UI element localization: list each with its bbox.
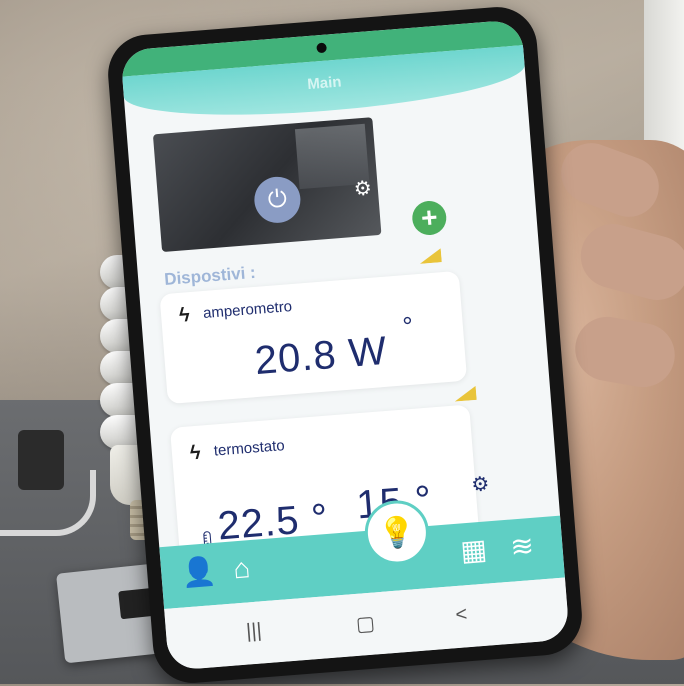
device-name: termostato bbox=[213, 437, 286, 460]
power-icon: ⏻ bbox=[266, 185, 288, 214]
recents-button[interactable]: ||| bbox=[245, 619, 262, 643]
device-name: amperometro bbox=[202, 298, 293, 323]
phone-screen: Main ⏻ ⚙ + Dispostivi : ϟ amperometro 20… bbox=[120, 19, 570, 671]
back-button[interactable]: < bbox=[455, 603, 468, 627]
wifi-icon[interactable]: ≋ bbox=[509, 530, 535, 563]
photo-scene: Main ⏻ ⚙ + Dispostivi : ϟ amperometro 20… bbox=[0, 0, 684, 686]
degree-symbol: ° bbox=[401, 310, 415, 342]
devices-label: Dispostivi : bbox=[163, 262, 257, 289]
wifi-icon bbox=[419, 248, 442, 264]
user-icon[interactable]: 👤 bbox=[180, 555, 217, 589]
power-reading: 20.8 W bbox=[253, 328, 390, 384]
power-button[interactable]: ⏻ bbox=[252, 175, 303, 225]
cable bbox=[0, 470, 96, 536]
plus-icon: + bbox=[419, 201, 439, 234]
bolt-icon: ϟ bbox=[189, 441, 202, 465]
home-icon[interactable]: ⌂ bbox=[232, 552, 251, 584]
gear-icon[interactable]: ⚙ bbox=[470, 471, 491, 497]
camera-preview[interactable]: ⏻ ⚙ bbox=[152, 117, 382, 253]
smartphone: Main ⏻ ⚙ + Dispostivi : ϟ amperometro 20… bbox=[105, 4, 585, 686]
chip-icon[interactable]: ▦ bbox=[459, 534, 488, 567]
gear-icon[interactable]: ⚙ bbox=[353, 175, 373, 201]
add-device-button[interactable]: + bbox=[411, 199, 448, 237]
wifi-icon bbox=[454, 385, 477, 402]
bolt-icon: ϟ bbox=[178, 304, 191, 327]
home-button[interactable]: ▢ bbox=[355, 611, 376, 637]
device-card-amperometro[interactable]: ϟ amperometro 20.8 W ° bbox=[159, 270, 468, 405]
